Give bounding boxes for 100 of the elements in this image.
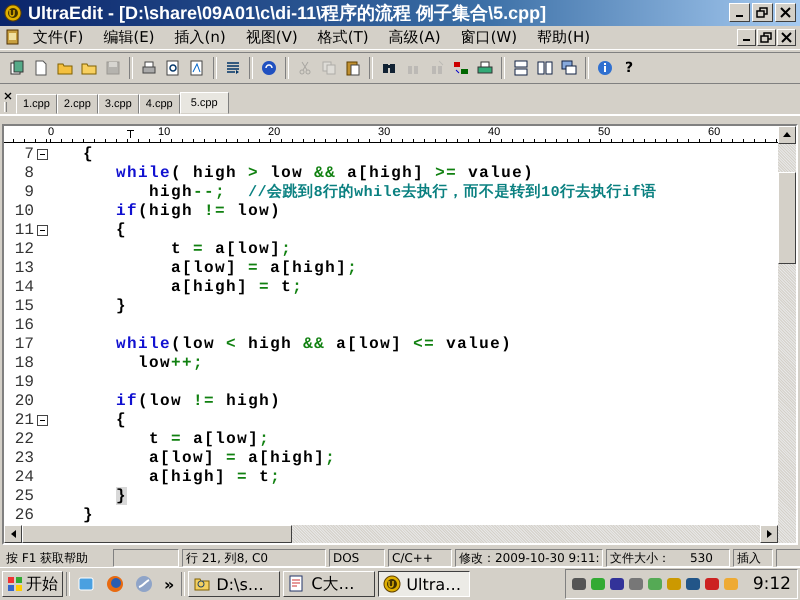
more-button[interactable]: » bbox=[160, 574, 178, 594]
code-line: { bbox=[82, 144, 94, 164]
close-icon bbox=[778, 5, 793, 20]
code-line: if(high != low) bbox=[115, 202, 282, 221]
language-mode: C/C++ bbox=[388, 549, 452, 568]
vertical-scrollbar[interactable] bbox=[778, 126, 796, 544]
code-line: { bbox=[115, 220, 128, 240]
line-number: 23 bbox=[14, 449, 34, 468]
modified-date: 修改：2009-10-30 9:11: bbox=[455, 549, 603, 568]
printer-icon bbox=[477, 60, 493, 76]
menu-item[interactable]: 窗口(W) bbox=[452, 26, 526, 48]
code-line: t = a[low]; bbox=[170, 240, 292, 259]
menu-item[interactable]: 高级(A) bbox=[380, 26, 450, 48]
code-line: a[high] = t; bbox=[170, 278, 304, 297]
restore-icon bbox=[759, 30, 774, 45]
document-stack-icon bbox=[9, 60, 25, 76]
collapse-icon[interactable] bbox=[36, 224, 48, 236]
file-size: 530 bbox=[690, 551, 713, 566]
help-button[interactable]: ? bbox=[618, 57, 640, 80]
line-number: 25 bbox=[14, 487, 34, 506]
file-tab[interactable]: 3.cpp bbox=[98, 94, 139, 114]
menu-item[interactable]: 格式(T) bbox=[308, 26, 378, 48]
line-number: 19 bbox=[14, 373, 34, 392]
windows-flag-icon bbox=[7, 576, 23, 592]
file-tab[interactable]: 5.cpp bbox=[180, 92, 229, 114]
menu-item[interactable]: 视图(V) bbox=[236, 26, 307, 48]
menu-item[interactable]: 文件(F) bbox=[24, 26, 92, 48]
ruler-number: 50 bbox=[598, 126, 610, 138]
left-arrow-icon[interactable] bbox=[10, 530, 16, 538]
code-line: } bbox=[82, 506, 94, 525]
collapse-icon[interactable] bbox=[36, 148, 48, 160]
file-tab[interactable]: 2.cpp bbox=[56, 94, 98, 114]
code-line: a[low] = a[high]; bbox=[170, 258, 358, 278]
code-line: a[high] = t; bbox=[148, 468, 282, 487]
status-panel bbox=[113, 549, 179, 568]
line-number: 18 bbox=[14, 354, 34, 372]
scissors-icon bbox=[297, 60, 313, 76]
insert-mode: 插入 bbox=[733, 549, 773, 568]
app-logo-icon bbox=[4, 4, 22, 22]
restore-button[interactable] bbox=[757, 28, 776, 46]
close-button[interactable] bbox=[777, 28, 796, 46]
code-line: a[low] = a[high]; bbox=[148, 448, 336, 468]
up-arrow-icon[interactable] bbox=[783, 132, 791, 138]
fox-globe-icon bbox=[106, 575, 124, 594]
split-vertical-icon bbox=[537, 60, 553, 76]
swirl-icon bbox=[135, 575, 153, 594]
taskbar-button[interactable]: C大… bbox=[283, 571, 376, 598]
split-horizontal-icon bbox=[513, 60, 529, 76]
right-arrow-icon[interactable] bbox=[766, 530, 772, 538]
menu-item[interactable]: 编辑(E) bbox=[94, 26, 164, 48]
taskbar-button[interactable]: Ultra… bbox=[378, 571, 470, 598]
minimize-icon bbox=[736, 15, 743, 18]
line-number: 26 bbox=[14, 506, 34, 524]
ruler-number: 40 bbox=[488, 126, 500, 138]
line-number: 15 bbox=[14, 297, 34, 316]
printer-icon bbox=[141, 60, 157, 76]
print-preview-icon bbox=[165, 60, 181, 76]
minimize-button[interactable] bbox=[737, 28, 756, 46]
list-icon bbox=[225, 60, 241, 76]
ruler-number: 30 bbox=[378, 126, 390, 138]
status-text: 按 F1 获取帮助 bbox=[5, 550, 90, 567]
close-icon[interactable] bbox=[4, 92, 12, 100]
ruler-number: 60 bbox=[708, 126, 720, 138]
restore-button[interactable] bbox=[752, 3, 773, 22]
line-number: 20 bbox=[14, 392, 34, 410]
close-button[interactable] bbox=[775, 3, 796, 22]
scroll-thumb[interactable] bbox=[778, 172, 796, 264]
horizontal-scrollbar[interactable] bbox=[4, 525, 778, 544]
line-number: 17 bbox=[14, 335, 34, 354]
line-ending: DOS bbox=[329, 549, 385, 568]
window-icon bbox=[383, 575, 402, 594]
restore-icon bbox=[755, 5, 770, 20]
clipboard-icon bbox=[345, 60, 361, 76]
line-number: 24 bbox=[14, 468, 34, 486]
clock: 9:12 bbox=[752, 574, 791, 594]
cursor-position: 行 21, 列8, C0 bbox=[182, 549, 326, 568]
file-tab[interactable]: 1.cpp bbox=[16, 94, 57, 114]
menu-item[interactable]: 帮助(H) bbox=[528, 26, 600, 48]
menu-item[interactable]: 插入(n) bbox=[166, 26, 235, 48]
line-number: 7 bbox=[23, 145, 34, 164]
line-number: 21 bbox=[14, 411, 34, 430]
desktop-icon bbox=[77, 575, 95, 594]
line-number: 8 bbox=[23, 164, 34, 182]
collapse-icon[interactable] bbox=[36, 414, 48, 426]
line-number: 13 bbox=[14, 259, 34, 278]
file-tab[interactable]: 4.cpp bbox=[138, 94, 180, 114]
spell-check-icon bbox=[453, 60, 469, 76]
window-title: UltraEdit - [D:\share\09A01\c\di-11\程序的流程 例子集合\5.cpp] bbox=[28, 2, 546, 25]
code-line: high--; //会跳到8行的while去执行，而不是转到10行去执行if语 bbox=[148, 182, 657, 202]
code-line: } bbox=[115, 296, 128, 316]
scroll-thumb[interactable] bbox=[22, 525, 292, 544]
minimize-button[interactable] bbox=[729, 3, 750, 22]
line-number: 14 bbox=[14, 278, 34, 296]
code-line: low++; bbox=[137, 354, 204, 373]
file-size-label: 文件大小： bbox=[610, 550, 670, 567]
code-line: while(low < high && a[low] <= value) bbox=[115, 334, 512, 354]
start-button[interactable]: 开始 bbox=[2, 571, 63, 598]
code-line: { bbox=[115, 410, 128, 430]
taskbar-button[interactable]: D:\s… bbox=[188, 571, 280, 598]
copy-icon bbox=[321, 60, 337, 76]
